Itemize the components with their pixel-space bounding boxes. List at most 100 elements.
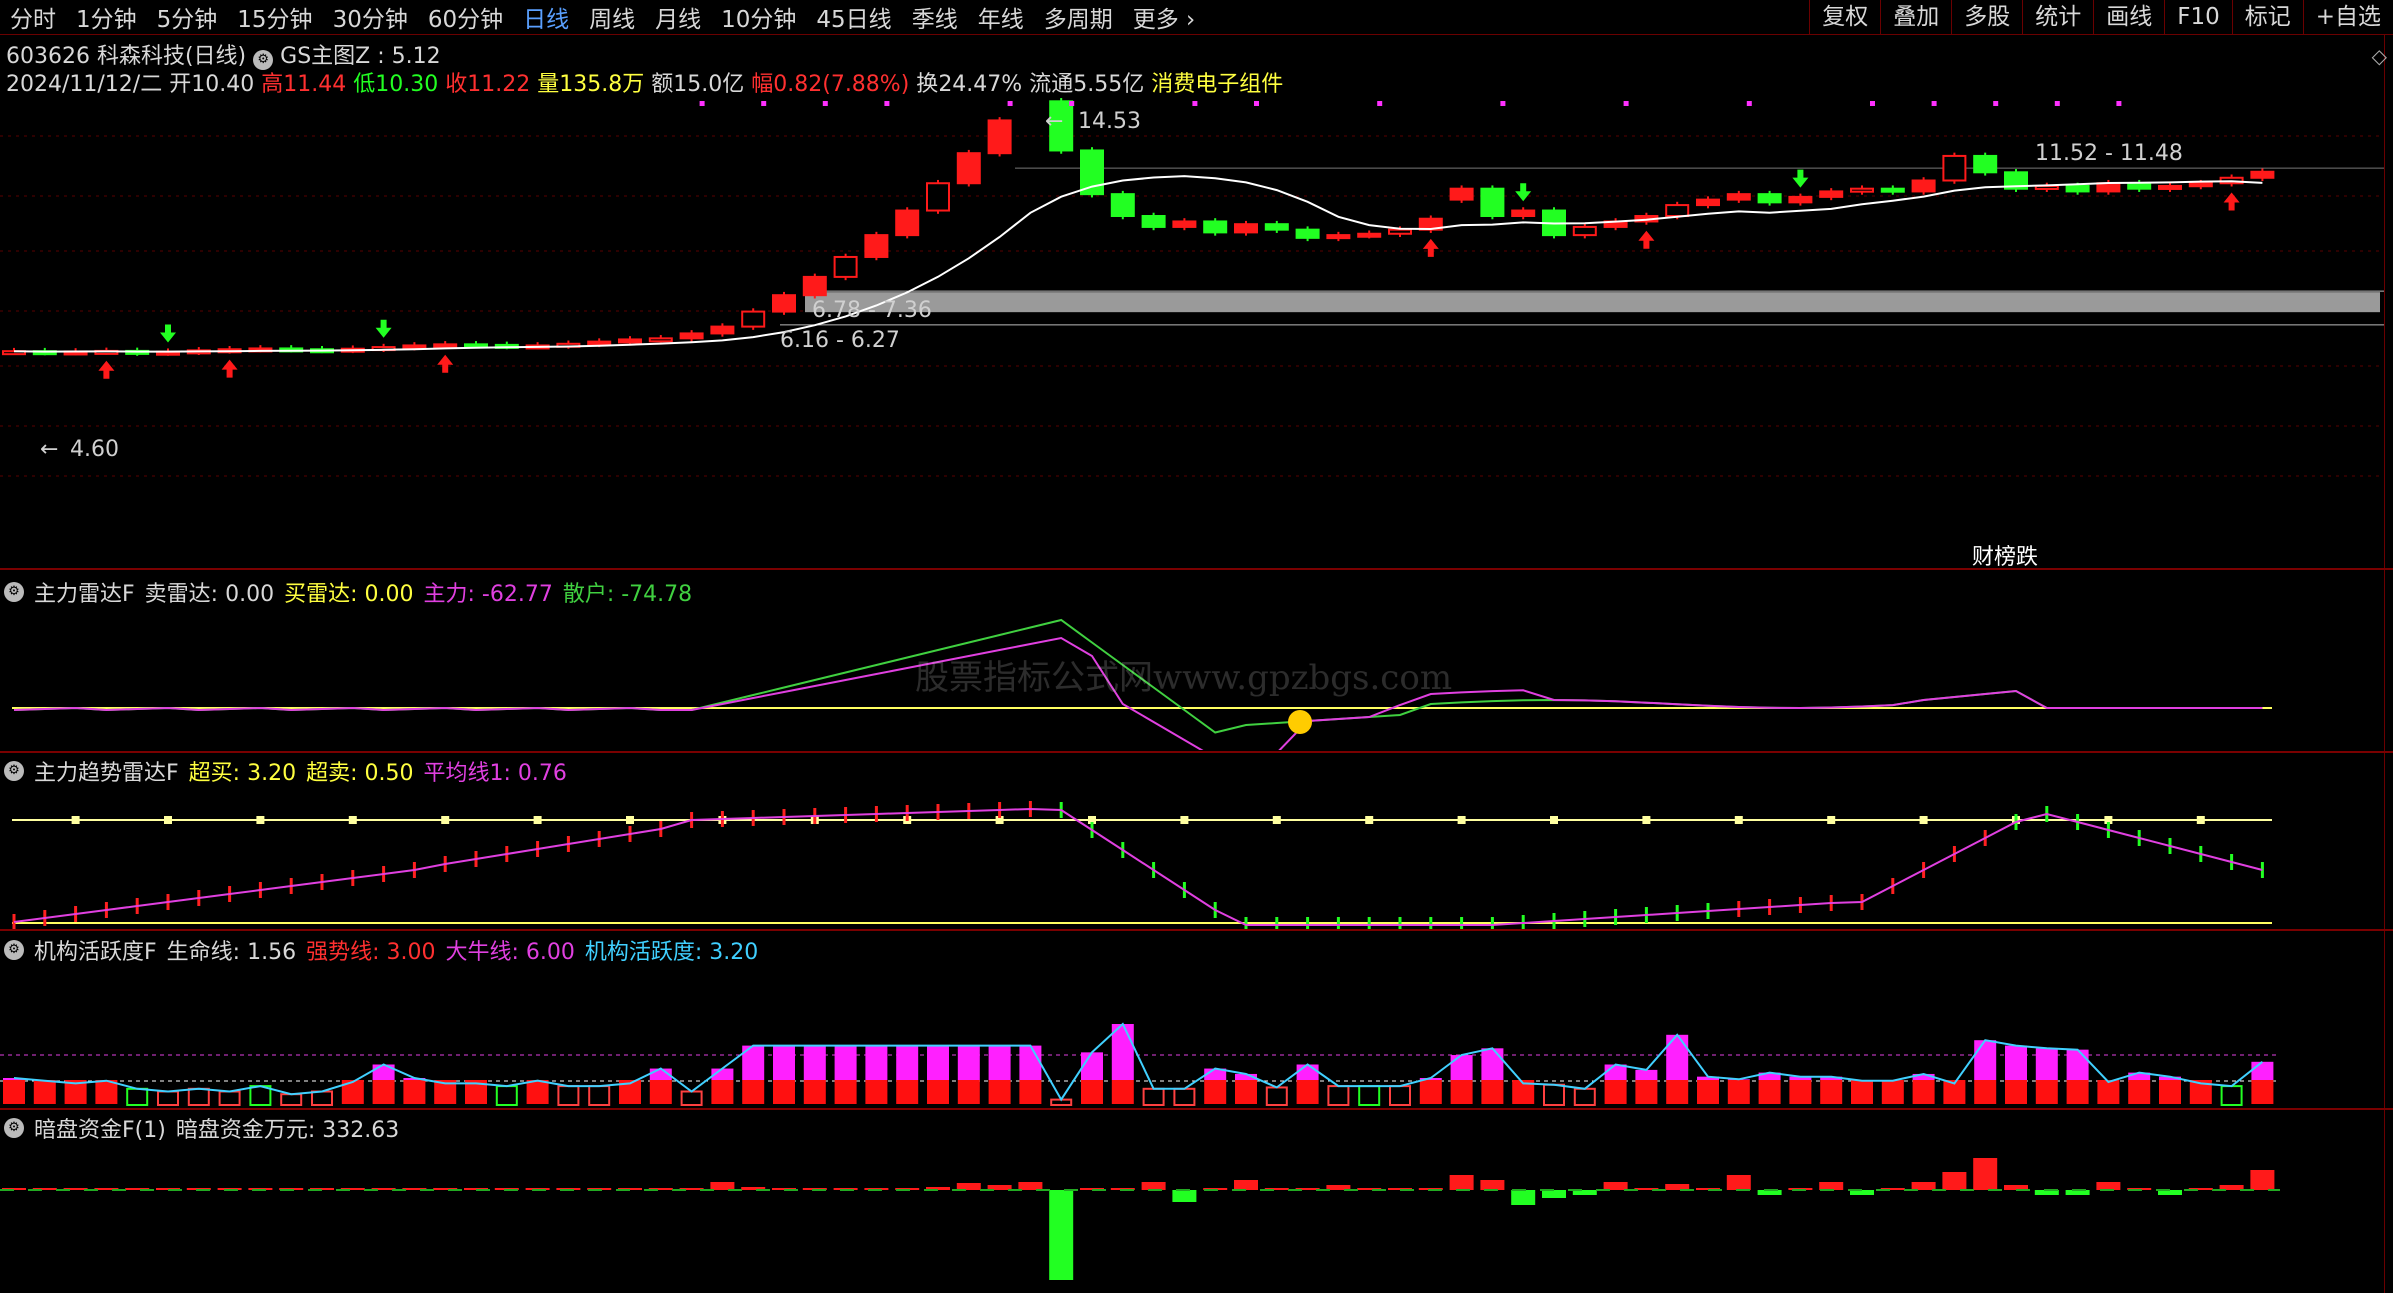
- activity-bar: [1173, 1087, 1196, 1107]
- period-tab[interactable]: 月线: [645, 0, 711, 34]
- money-flow-bar: [1049, 1190, 1074, 1280]
- toolbar-button[interactable]: 复权: [1809, 0, 1880, 34]
- money-flow-bar: [1603, 1182, 1628, 1190]
- candle: [1726, 193, 1751, 201]
- activity-base: [3, 1080, 25, 1104]
- activity-bar: [1296, 1064, 1319, 1080]
- period-tab[interactable]: 1分钟: [66, 0, 147, 34]
- candle: [2096, 182, 2121, 193]
- candle: [679, 332, 704, 340]
- period-tab[interactable]: 60分钟: [418, 0, 513, 34]
- candle: [1665, 204, 1690, 217]
- right-scroll-edge: [2384, 34, 2393, 1293]
- avg-line: [13, 807, 2263, 926]
- gear-icon[interactable]: ⚙: [4, 582, 24, 602]
- activity-bar: [2066, 1049, 2089, 1080]
- close-value: 11.22: [467, 72, 531, 97]
- activity-base: [1296, 1080, 1319, 1104]
- candle: [2250, 170, 2275, 179]
- arrow-left-icon: ←: [40, 437, 58, 462]
- toolbar-button[interactable]: F10: [2164, 0, 2232, 34]
- activity-base: [1881, 1080, 1904, 1104]
- activity-base: [2251, 1080, 2274, 1104]
- period-tab[interactable]: 5分钟: [147, 0, 228, 34]
- candle: [1850, 187, 1874, 193]
- ind4-chart[interactable]: [0, 1135, 2384, 1293]
- rank-badge: 财榜跌: [1972, 545, 2038, 566]
- support-zone-label: 6.78 - 7.36: [812, 298, 932, 323]
- buy-arrow-icon: [1638, 230, 1655, 249]
- activity-base: [1019, 1080, 1042, 1104]
- period-tab[interactable]: 日线: [513, 0, 579, 34]
- ind2-chart[interactable]: [0, 780, 2384, 930]
- signal-dot: [2116, 101, 2122, 106]
- money-flow-bar: [1819, 1182, 1844, 1190]
- diamond-icon[interactable]: ◇: [2372, 44, 2387, 68]
- activity-base: [957, 1080, 980, 1104]
- sell-arrow-icon: [160, 324, 176, 343]
- activity-bar: [865, 1045, 888, 1080]
- close-label: 收: [445, 72, 468, 97]
- period-tab[interactable]: 10分钟: [711, 0, 806, 34]
- period-tab[interactable]: 季线: [902, 0, 968, 34]
- signal-dot: [1192, 101, 1198, 106]
- activity-base: [742, 1080, 765, 1104]
- period-tab[interactable]: 周线: [579, 0, 645, 34]
- activity-base: [1912, 1080, 1935, 1104]
- level-marker: [2196, 816, 2205, 824]
- activity-bar: [1635, 1069, 1658, 1080]
- level-marker: [1550, 816, 1558, 824]
- activity-bar: [803, 1045, 826, 1080]
- activity-bar: [1358, 1085, 1381, 1107]
- candlestick-chart[interactable]: 14.53 ← 4.60 ← 11.52 - 11.48 6.78 - 7.36 6.16 …: [0, 96, 2384, 566]
- toolbar-button[interactable]: 叠加: [1880, 0, 1951, 34]
- period-tab[interactable]: 更多 ›: [1123, 0, 1206, 34]
- candle: [956, 152, 981, 185]
- toolbar-button[interactable]: 标记: [2231, 0, 2303, 34]
- money-flow-bar: [1480, 1180, 1505, 1190]
- float-label: 流通: [1029, 72, 1074, 97]
- candle: [1264, 223, 1289, 231]
- signal-dot: [1500, 101, 1506, 106]
- period-tab[interactable]: 分时: [0, 0, 66, 34]
- high-value: 11.44: [283, 72, 347, 97]
- period-tab[interactable]: 45日线: [806, 0, 901, 34]
- period-tab[interactable]: 15分钟: [227, 0, 322, 34]
- candle: [433, 343, 458, 349]
- activity-base: [649, 1080, 672, 1104]
- activity-bar: [2251, 1061, 2274, 1080]
- toolbar-button[interactable]: +自选: [2302, 0, 2393, 34]
- activity-bar: [2035, 1048, 2058, 1080]
- gear-icon[interactable]: ⚙: [4, 761, 24, 781]
- toolbar-button[interactable]: 多股: [1951, 0, 2022, 34]
- candle: [1141, 215, 1166, 228]
- toolbar-button[interactable]: 统计: [2022, 0, 2093, 34]
- toolbar-button[interactable]: 画线: [2093, 0, 2164, 34]
- activity-bar: [557, 1085, 580, 1107]
- period-tab[interactable]: 30分钟: [323, 0, 418, 34]
- candle: [1696, 198, 1720, 207]
- sector-name[interactable]: 消费电子组件: [1151, 72, 1283, 97]
- activity-base: [2005, 1080, 2027, 1104]
- candle: [1880, 187, 1905, 193]
- activity-bar: [1081, 1052, 1103, 1080]
- activity-base: [865, 1080, 888, 1104]
- turnover-value: 24.47%: [938, 72, 1023, 97]
- ind3-chart[interactable]: [0, 955, 2384, 1108]
- chg-value: 0.82(7.88%): [773, 72, 910, 97]
- money-flow-bar: [1726, 1175, 1751, 1190]
- period-tab[interactable]: 年线: [968, 0, 1034, 34]
- level-marker: [1734, 816, 1743, 824]
- money-flow-bar: [1973, 1158, 1998, 1190]
- level-marker: [164, 816, 172, 824]
- activity-bar: [2220, 1085, 2243, 1107]
- money-flow-bar: [2096, 1182, 2121, 1190]
- signal-dot: [1870, 101, 1875, 106]
- watermark: 股票指标公式网www.gpzbgs.com: [915, 658, 1453, 698]
- activity-bar: [1265, 1086, 1288, 1106]
- activity-base: [1727, 1080, 1750, 1104]
- period-tab[interactable]: 多周期: [1034, 0, 1123, 34]
- activity-base: [372, 1080, 395, 1104]
- money-flow-bar: [1942, 1172, 1967, 1190]
- candle: [1449, 187, 1474, 201]
